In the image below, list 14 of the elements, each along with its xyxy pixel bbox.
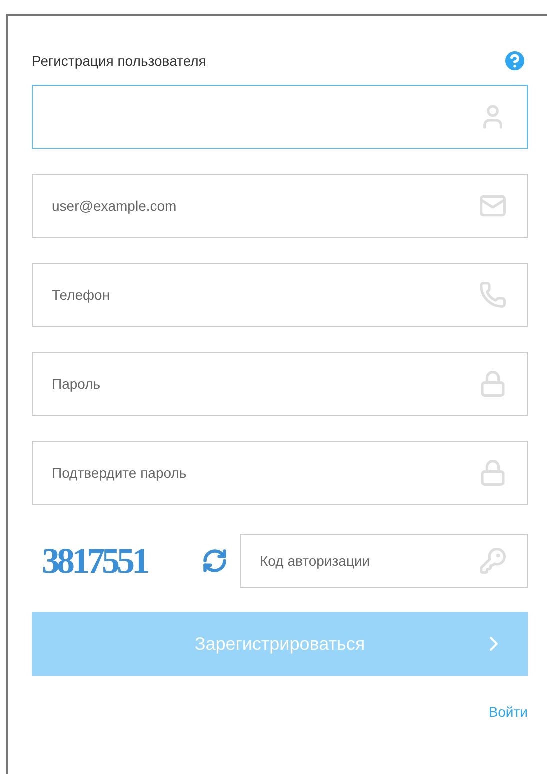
input-field[interactable]: user@example.com	[32, 174, 528, 238]
input-field[interactable]: Телефон	[32, 263, 528, 327]
input-field[interactable]: Подтвердите пароль	[32, 441, 528, 505]
input-field[interactable]: Код авторизации	[240, 534, 528, 588]
key-icon	[479, 547, 507, 575]
phone-icon	[479, 281, 507, 309]
padlock-icon	[479, 459, 507, 487]
input-field[interactable]: Пароль	[32, 352, 528, 416]
input-field[interactable]	[32, 85, 528, 149]
form-title: Регистрация пользователя	[32, 52, 206, 71]
refresh-icon[interactable]	[202, 548, 228, 574]
captcha-code: 3817551	[41, 540, 148, 583]
login-link[interactable]: Войти	[488, 702, 528, 723]
padlock-icon	[479, 370, 507, 398]
